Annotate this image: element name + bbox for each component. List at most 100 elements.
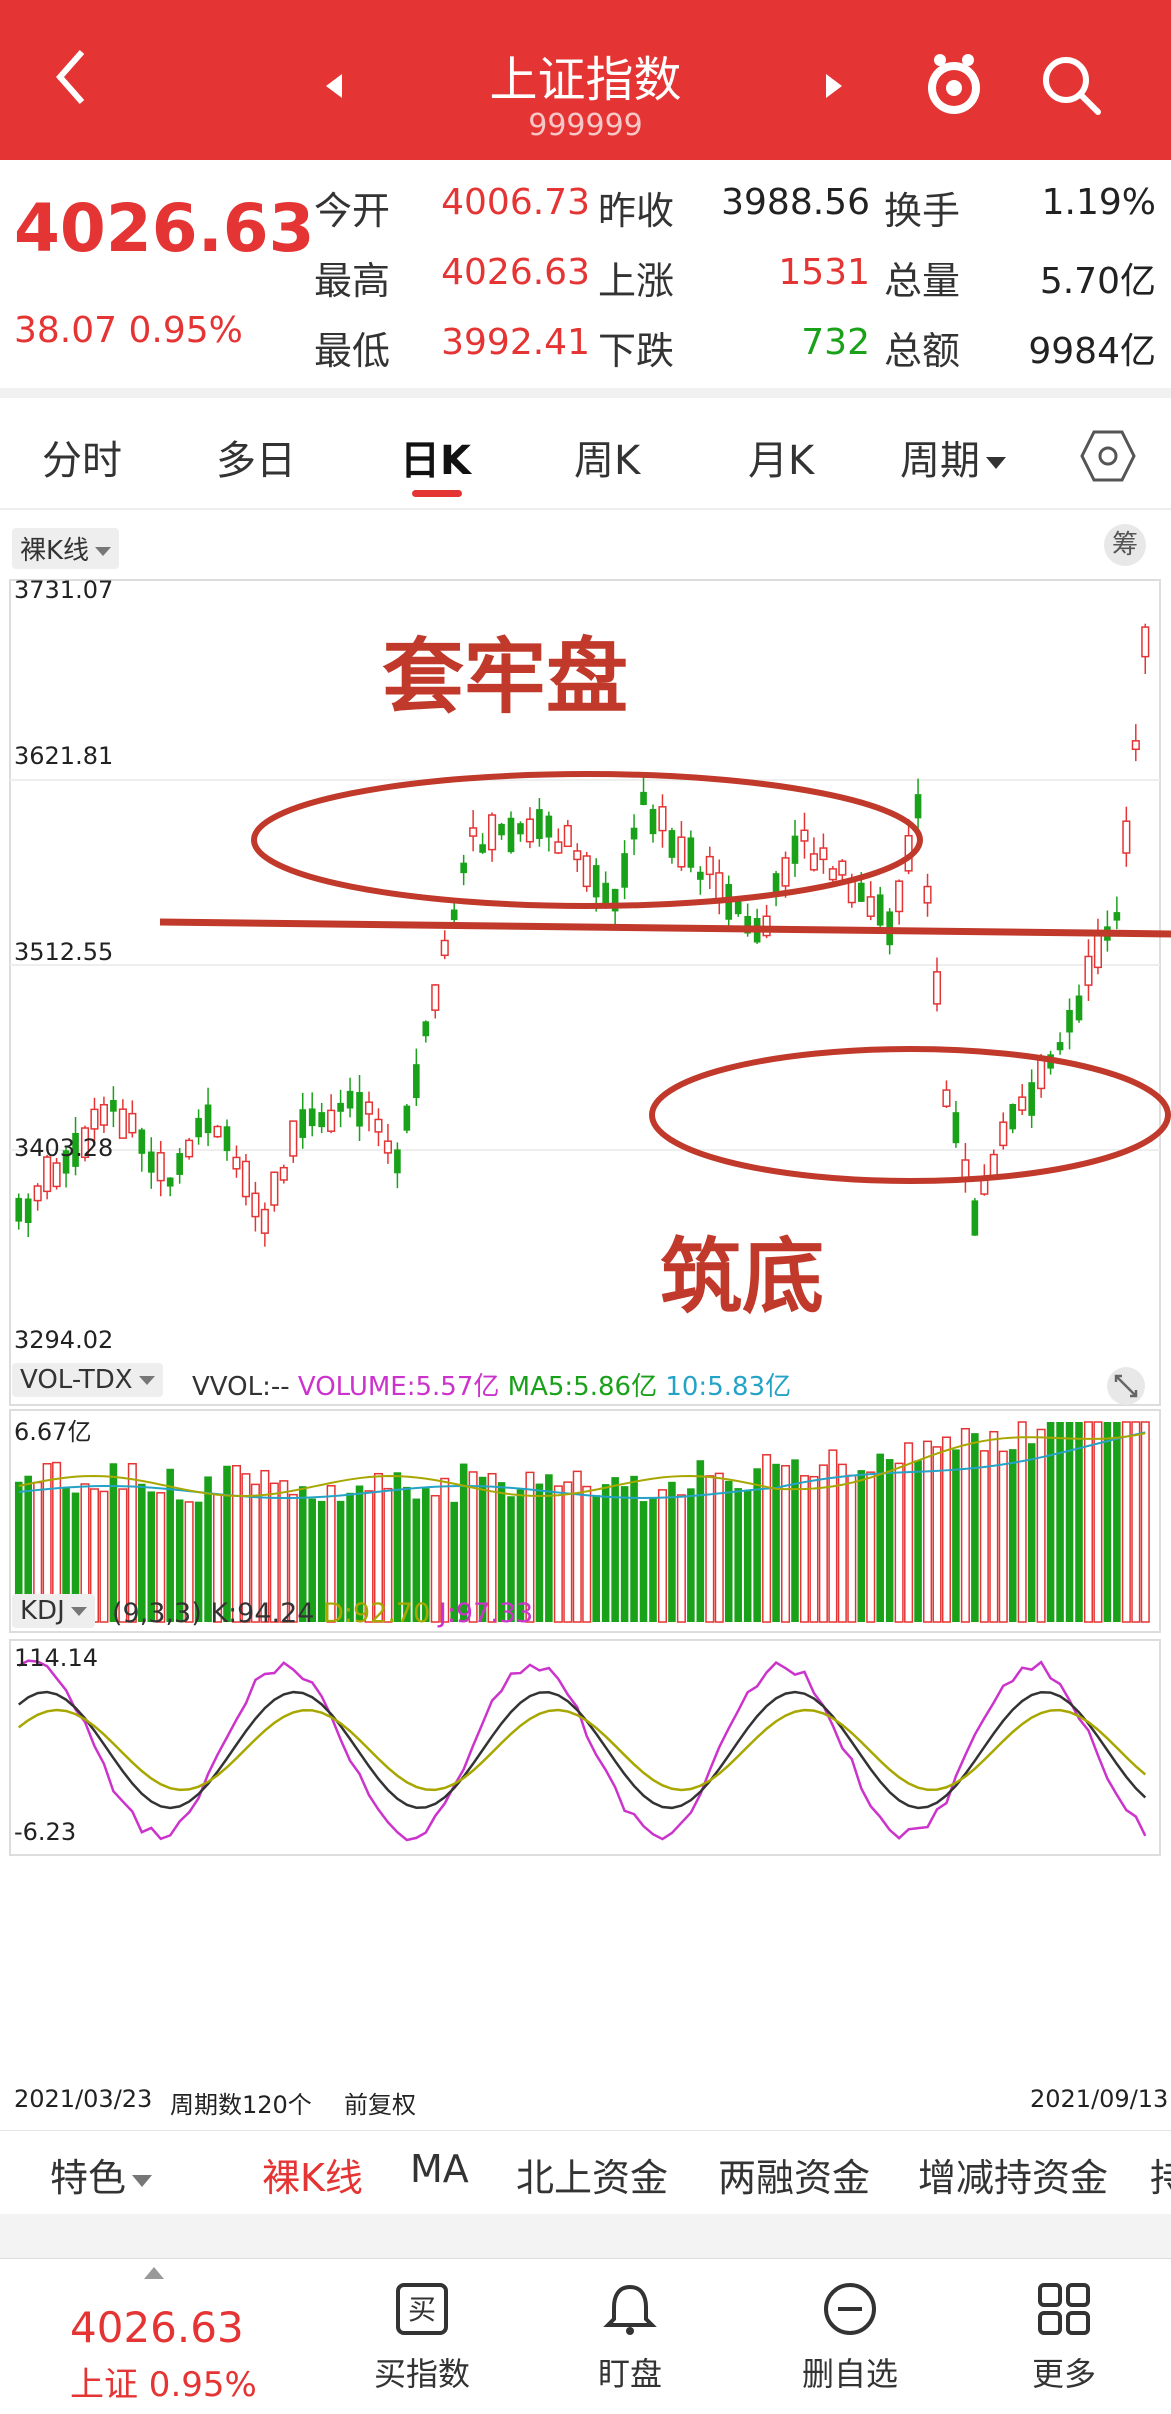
stock-code: 999999 [528,108,643,143]
candle [403,1105,411,1131]
candle [545,815,553,838]
candle [374,1118,383,1133]
search-icon[interactable] [1036,50,1106,120]
tab-monthly-k[interactable]: 月K [748,428,814,486]
candle [413,1064,420,1099]
bell-icon[interactable] [602,2281,658,2337]
total-amount-value: 9984亿 [1028,331,1156,372]
kdj-k-value: K:94.24 [210,1598,315,1629]
candle [460,862,467,874]
candle [270,1171,279,1206]
candle [1028,1082,1035,1116]
tab-intraday[interactable]: 分时 [42,428,122,486]
candle [431,984,440,1011]
candle [327,1109,336,1132]
buy-icon[interactable]: 买 [394,2281,450,2337]
candle [1122,820,1131,854]
candle [213,1125,222,1138]
watch-button[interactable]: 盯盘 [550,2349,710,2395]
price-tick-3: 3512.55 [14,938,114,966]
candle [573,850,582,861]
tab-holdings[interactable]: 持 [1150,2147,1171,2202]
bottom-annotation: 筑底 [660,1230,825,1325]
price-tick-bottom: 3294.02 [14,1326,114,1354]
settings-hex-icon[interactable] [1080,428,1136,484]
candle [563,824,572,848]
kdj-values: (9,3,3) K:94.24 D:92.70 J:97.33 [112,1598,533,1629]
indicator-tabs: 特色 裸K线 MA 北上资金 两融资金 增减持资金 持 [0,2130,1171,2215]
candle [1141,626,1150,658]
volume-bar [1140,1421,1150,1623]
candle [279,1166,288,1181]
tab-ma[interactable]: MA [410,2147,469,2191]
tab-period[interactable]: 周期 [900,428,1006,486]
tab-margin[interactable]: 两融资金 [718,2147,870,2202]
low-value: 3992.41 [441,322,590,363]
candle [241,1160,250,1198]
candle [630,827,638,840]
kdj-tick-top: 114.14 [14,1644,98,1672]
tab-northbound[interactable]: 北上资金 [516,2147,668,2202]
tab-multi-day[interactable]: 多日 [216,428,296,486]
active-tab-indicator [412,490,462,497]
kdj-indicator-selector[interactable]: KDJ [12,1594,95,1628]
volume-bar [1075,1422,1083,1622]
candle [232,1156,241,1170]
more-button[interactable]: 更多 [984,2349,1144,2395]
mascot-icon[interactable] [918,48,990,120]
period-count: 周期数120个 [170,2091,312,2119]
svg-text:买: 买 [408,2293,436,2326]
bottom-toolbar: 4026.63 上证 0.95% 买 买指数 盯盘 删自选 更多 [0,2258,1171,2414]
next-stock-icon[interactable] [826,74,842,98]
volume-bar [553,1485,563,1623]
buy-index-button[interactable]: 买指数 [342,2349,502,2395]
remove-watchlist-icon[interactable] [822,2281,878,2337]
candle [1037,1059,1046,1090]
kdj-panel-frame [9,1639,1161,1856]
candle [33,1185,42,1202]
volume-bar [696,1460,705,1622]
high-value: 4026.63 [441,252,590,293]
candle [318,1112,325,1128]
tab-naked-k[interactable]: 裸K线 [262,2147,363,2202]
kdj-j-line [18,1659,1147,1842]
candle [923,885,932,904]
expand-icon[interactable] [1106,1366,1146,1406]
candle [582,855,591,888]
tab-weekly-k[interactable]: 周K [574,428,640,486]
candle [440,939,449,957]
volume-bar [799,1475,810,1623]
remove-watchlist-button[interactable]: 删自选 [770,2349,930,2395]
volume-bar [828,1449,838,1623]
candle [932,971,942,1005]
candle [394,1149,401,1174]
candle [677,836,686,868]
chart-area[interactable]: 裸K线 筹 3731.07 3621.81 3512.55 3403.28 32… [0,510,1171,2130]
candle [43,1156,52,1193]
volume-tick-top: 6.67亿 [14,1418,92,1446]
volume-bar [676,1494,686,1623]
candle [819,847,828,861]
volume-indicator-selector[interactable]: VOL-TDX [12,1363,163,1397]
volume-bar [876,1453,884,1622]
chevron-down-icon [986,457,1006,469]
tab-featured[interactable]: 特色 [50,2147,153,2202]
candle [90,1108,99,1130]
quote-panel: 4026.63 38.07 0.95% 今开 4006.73 昨收 3988.5… [0,160,1171,388]
more-grid-icon[interactable] [1036,2281,1092,2337]
candle [138,1129,146,1154]
volume-bar [894,1462,904,1623]
volume-bar [989,1430,999,1623]
tab-holdings-change[interactable]: 增减持资金 [918,2147,1108,2202]
candle [857,882,865,902]
volume-bar [998,1450,1008,1623]
volume-bar [809,1475,819,1623]
tab-daily-k[interactable]: 日K [400,428,471,486]
volume-indicator-label: VOL-TDX [20,1365,133,1395]
candle [15,1197,23,1222]
candle [668,830,676,858]
candle [488,814,497,851]
candle [914,794,922,819]
trapped-annotation: 套牢盘 [382,630,629,725]
expand-up-icon[interactable] [144,2267,164,2279]
